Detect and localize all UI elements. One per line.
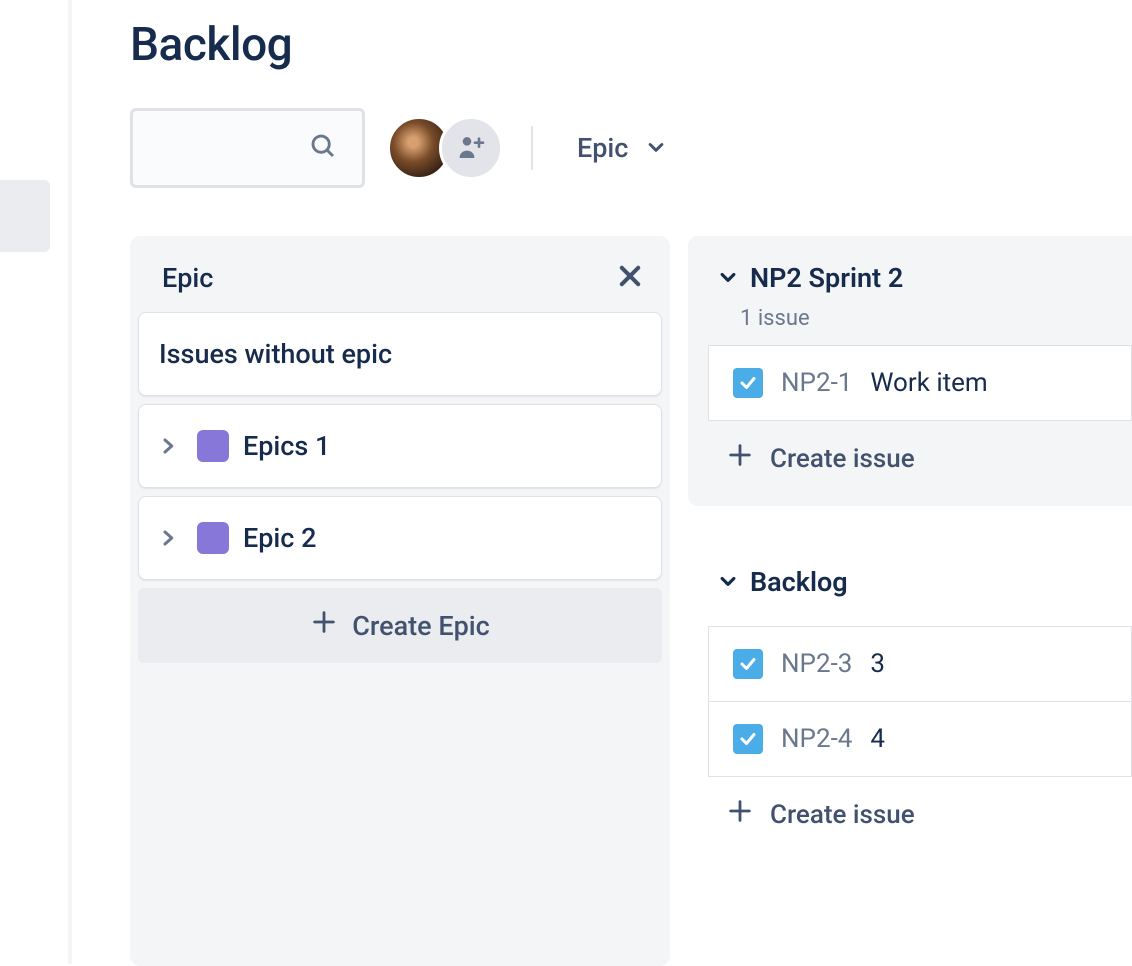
page-title: Backlog bbox=[130, 18, 1132, 72]
create-issue-button[interactable]: Create issue bbox=[688, 421, 1132, 496]
search-input[interactable] bbox=[130, 108, 365, 188]
backlog-issue-list: NP2-3 3 NP2-4 4 bbox=[708, 626, 1132, 777]
task-icon bbox=[733, 649, 763, 679]
main-content: Backlog Epic bbox=[130, 0, 1132, 964]
issue-key: NP2-3 bbox=[781, 649, 852, 679]
issue-summary: Work item bbox=[870, 368, 987, 398]
backlog-header[interactable]: Backlog bbox=[688, 566, 1132, 626]
right-column: NP2 Sprint 2 1 issue NP2-1 Work item bbox=[688, 236, 1132, 966]
create-epic-label: Create Epic bbox=[352, 610, 490, 642]
toolbar: Epic bbox=[130, 108, 1132, 188]
epic-panel-title: Epic bbox=[162, 262, 213, 294]
chevron-right-icon bbox=[159, 437, 183, 455]
search-icon bbox=[308, 131, 338, 165]
columns: Epic Issues without epic bbox=[130, 236, 1132, 966]
sprint-issue-count: 1 issue bbox=[688, 300, 1132, 345]
issues-without-epic-label: Issues without epic bbox=[159, 338, 392, 370]
sidebar-selected-item[interactable] bbox=[0, 180, 50, 252]
divider bbox=[531, 126, 533, 170]
create-issue-label: Create issue bbox=[770, 444, 915, 474]
sprint-block: NP2 Sprint 2 1 issue NP2-1 Work item bbox=[688, 236, 1132, 506]
epic-panel: Epic Issues without epic bbox=[130, 236, 670, 966]
issues-without-epic[interactable]: Issues without epic bbox=[138, 312, 662, 396]
sprint-name: NP2 Sprint 2 bbox=[750, 262, 903, 294]
close-epic-panel-button[interactable] bbox=[616, 262, 644, 294]
backlog-title: Backlog bbox=[750, 566, 848, 598]
plus-icon bbox=[726, 797, 754, 832]
create-issue-label: Create issue bbox=[770, 800, 915, 830]
sprint-header[interactable]: NP2 Sprint 2 bbox=[688, 246, 1132, 300]
chevron-right-icon bbox=[159, 529, 183, 547]
sidebar-rail bbox=[0, 0, 72, 964]
epic-color-swatch bbox=[197, 522, 229, 554]
chevron-down-icon bbox=[646, 132, 666, 164]
add-people-button[interactable] bbox=[439, 116, 503, 180]
chevron-down-icon bbox=[718, 262, 738, 294]
issue-row[interactable]: NP2-4 4 bbox=[709, 701, 1131, 776]
epic-panel-header: Epic bbox=[138, 244, 662, 312]
issue-summary: 4 bbox=[870, 724, 885, 754]
issue-row[interactable]: NP2-1 Work item bbox=[708, 345, 1132, 421]
task-icon bbox=[733, 724, 763, 754]
issue-key: NP2-4 bbox=[781, 724, 852, 754]
epic-row[interactable]: Epics 1 bbox=[138, 404, 662, 488]
close-icon bbox=[616, 262, 644, 294]
avatar-group bbox=[387, 116, 503, 180]
epic-name: Epic 2 bbox=[243, 522, 316, 554]
create-issue-button[interactable]: Create issue bbox=[688, 777, 1132, 852]
plus-icon bbox=[310, 608, 338, 643]
issue-key: NP2-1 bbox=[781, 368, 852, 398]
chevron-down-icon bbox=[718, 566, 738, 598]
epic-row[interactable]: Epic 2 bbox=[138, 496, 662, 580]
plus-icon bbox=[726, 441, 754, 476]
epic-filter-dropdown[interactable]: Epic bbox=[565, 124, 678, 172]
issue-summary: 3 bbox=[870, 649, 885, 679]
issue-row[interactable]: NP2-3 3 bbox=[709, 627, 1131, 701]
epic-name: Epics 1 bbox=[243, 430, 330, 462]
epic-color-swatch bbox=[197, 430, 229, 462]
backlog-section: Backlog NP2-3 3 bbox=[688, 566, 1132, 852]
create-epic-button[interactable]: Create Epic bbox=[138, 588, 662, 663]
epic-filter-label: Epic bbox=[577, 132, 628, 164]
task-icon bbox=[733, 368, 763, 398]
